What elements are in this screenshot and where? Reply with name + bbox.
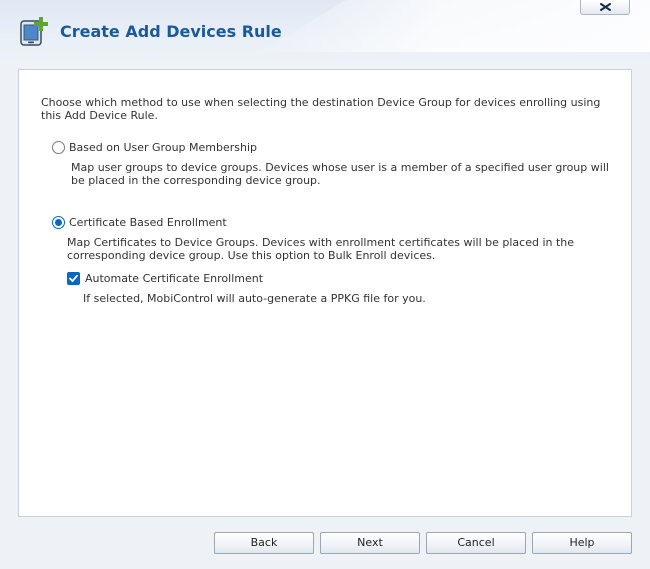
intro-text: Choose which method to use when selectin… (41, 96, 601, 122)
close-button[interactable] (580, 0, 630, 15)
certificate-description: Map Certificates to Device Groups. Devic… (67, 236, 575, 262)
help-button[interactable]: Help (532, 532, 632, 554)
automate-checkbox[interactable] (67, 272, 80, 285)
next-button[interactable]: Next (320, 532, 420, 554)
user-group-label[interactable]: Based on User Group Membership (69, 141, 257, 154)
user-group-description: Map user groups to device groups. Device… (71, 161, 609, 187)
content-panel: Choose which method to use when selectin… (18, 69, 632, 517)
add-device-icon (18, 16, 50, 48)
automate-description: If selected, MobiControl will auto-gener… (83, 292, 426, 305)
certificate-radio[interactable] (52, 216, 65, 229)
close-icon (600, 3, 611, 11)
cancel-button[interactable]: Cancel (426, 532, 526, 554)
automate-label[interactable]: Automate Certificate Enrollment (85, 272, 263, 285)
checkmark-icon (69, 274, 78, 282)
dialog-title: Create Add Devices Rule (60, 22, 282, 41)
back-button[interactable]: Back (214, 532, 314, 554)
certificate-label[interactable]: Certificate Based Enrollment (69, 216, 227, 229)
user-group-radio[interactable] (52, 141, 65, 154)
